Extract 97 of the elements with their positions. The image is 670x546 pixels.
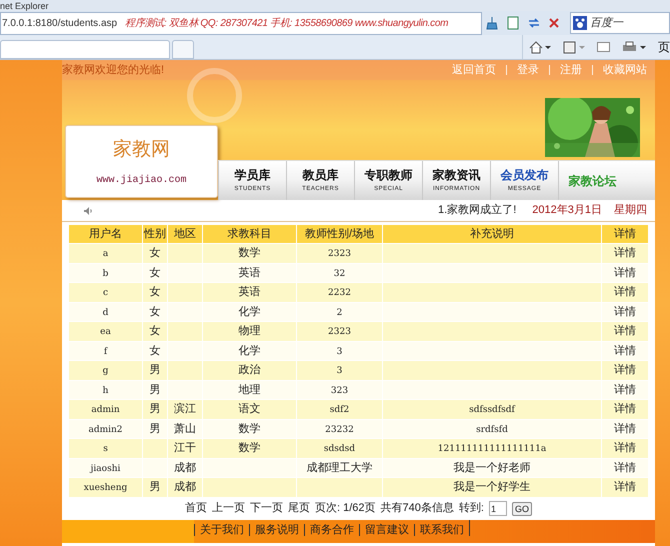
footer-link[interactable]: 留言建议 — [359, 524, 414, 536]
home-icon[interactable] — [529, 40, 551, 54]
footer-link[interactable]: 商务合作 — [304, 524, 359, 536]
column-header: 性别 — [143, 225, 167, 243]
table-cell: 男 — [150, 403, 160, 415]
speaker-icon — [84, 206, 93, 214]
table-cell: 滨江 — [174, 403, 196, 415]
table-cell: 我是一个好学生 — [454, 481, 530, 493]
welcome-text: 家教网欢迎您的光临! — [62, 62, 164, 78]
table-cell: 女 — [150, 306, 160, 318]
table-cell: 萧山 — [174, 422, 196, 434]
table-cell: 语文 — [238, 403, 260, 415]
table-cell: 女 — [150, 247, 160, 259]
goto-label: 转到: — [458, 501, 484, 516]
table-cell: admin2 — [88, 424, 123, 434]
paw-icon — [573, 16, 587, 30]
table-cell: b — [102, 268, 108, 278]
table-cell: 2323 — [328, 327, 351, 337]
page-info: 页次: 1/62页 — [315, 501, 376, 516]
footer-link[interactable]: 关于我们 — [194, 524, 249, 536]
news-link[interactable]: 1.家教网成立了! — [438, 202, 516, 219]
table-cell: 化学 — [238, 306, 260, 318]
table-cell: 2232 — [328, 288, 351, 298]
table-cell: 3 — [336, 346, 342, 356]
table-cell: 男 — [150, 384, 160, 396]
page-menu[interactable]: 页 — [658, 38, 670, 56]
table-cell: 成都 — [174, 481, 196, 493]
pagination-link[interactable]: 首页 — [185, 500, 208, 517]
table-cell: 323 — [330, 386, 348, 396]
column-header: 教师性别/场地 — [297, 225, 382, 243]
logo-url: www.jiajiao.com — [96, 174, 186, 188]
printer-icon[interactable] — [622, 40, 646, 54]
table-cell: 数学 — [238, 247, 260, 259]
date-text: 2012年3月1日 — [532, 203, 602, 218]
table-cell: 我是一个好老师 — [454, 462, 530, 474]
table-cell: 政治 — [238, 364, 260, 376]
table-cell: 121111111111111111a — [438, 444, 546, 454]
column-header: 用户名 — [69, 225, 142, 243]
table-cell: 英语 — [238, 266, 260, 278]
table-cell: 男 — [150, 481, 160, 493]
pagination-link[interactable]: 尾页 — [288, 500, 310, 517]
column-header: 求教科目 — [203, 225, 296, 243]
table-cell: 女 — [150, 325, 160, 337]
window-title: net Explorer — [0, 0, 49, 10]
table-cell: 32 — [334, 268, 346, 278]
footer-link[interactable]: 服务说明 — [249, 524, 304, 536]
table-cell: ea — [100, 327, 111, 337]
pagination-link[interactable]: 下一页 — [250, 500, 284, 517]
refresh-icon[interactable] — [527, 16, 541, 30]
page-input[interactable]: 1 — [488, 501, 507, 516]
table-cell: s — [103, 444, 108, 454]
address-field[interactable]: 7.0.0.1:8180/students.asp 程序测试: 双鱼林 QQ: 287307421 手机: 13558690869 www.shuangyulin.com — [0, 12, 482, 34]
weekday-text: 星期四 — [614, 203, 647, 218]
table-cell: c — [102, 288, 108, 298]
go-button[interactable]: GO — [512, 502, 532, 516]
search-field[interactable]: 百度一 — [570, 12, 670, 34]
table-cell: 地理 — [238, 384, 260, 396]
footer-link[interactable]: 联系我们 — [414, 524, 469, 536]
table-cell: jiaoshi — [90, 464, 120, 474]
table-cell: 男 — [150, 422, 160, 434]
document-icon[interactable] — [506, 16, 520, 30]
feed-icon[interactable] — [563, 40, 585, 54]
table-cell: h — [102, 386, 108, 396]
table-cell: 英语 — [238, 286, 260, 298]
column-header: 地区 — [168, 225, 202, 243]
table-cell: 江干 — [174, 442, 196, 454]
logo-title: 家教网 — [113, 136, 170, 162]
table-cell: srdfsfd — [476, 424, 508, 434]
column-header: 补充说明 — [383, 225, 601, 243]
table-cell: 2 — [336, 308, 342, 318]
table-cell: 2323 — [328, 249, 351, 259]
table-cell: 23232 — [325, 424, 354, 434]
table-cell: admin — [91, 405, 120, 415]
pagination-link[interactable]: 上一页 — [212, 500, 246, 517]
table-cell: 化学 — [238, 344, 260, 356]
broom-icon[interactable] — [485, 16, 499, 30]
table-cell: 女 — [150, 286, 160, 298]
table-cell: sdsdsd — [324, 444, 356, 454]
column-header: 详情 — [602, 225, 648, 243]
close-icon[interactable] — [548, 17, 560, 29]
table-cell: f — [104, 346, 108, 356]
table-cell: 3 — [336, 366, 342, 376]
table-cell: g — [102, 366, 108, 376]
table-cell: 成都 — [174, 462, 196, 474]
table-cell: sdf2 — [330, 405, 350, 415]
table-cell: a — [102, 249, 108, 259]
table-cell: sdfssdfsdf — [469, 405, 515, 415]
table-cell: 成都理工大学 — [306, 462, 372, 474]
table-cell: 数学 — [238, 442, 260, 454]
table-cell: 女 — [150, 344, 160, 356]
total-info: 共有740条信息 — [380, 501, 454, 516]
table-cell: 物理 — [238, 325, 260, 337]
table-cell: 女 — [150, 266, 160, 278]
table-cell: xuesheng — [84, 483, 128, 493]
table-cell: 男 — [150, 364, 160, 376]
table-cell: d — [102, 308, 108, 318]
table-cell: 数学 — [238, 422, 260, 434]
